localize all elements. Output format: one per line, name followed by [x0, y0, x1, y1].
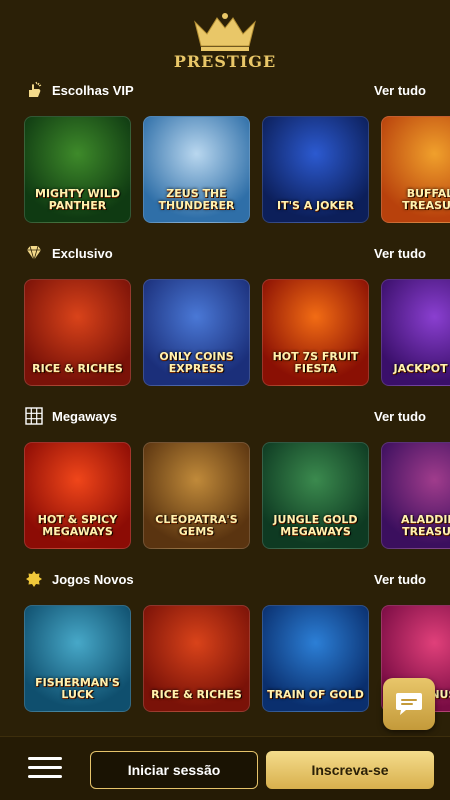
chat-button[interactable] [383, 678, 435, 730]
crown-logo-icon [194, 13, 256, 51]
game-tile[interactable]: Jungle Gold Megaways [262, 442, 369, 549]
grid-icon [24, 406, 44, 426]
game-title: Hot 7s Fruit Fiesta [272, 350, 359, 375]
chat-bubble-icon [396, 693, 422, 715]
game-tile[interactable]: Rice & Riches [24, 279, 131, 386]
game-tile[interactable]: Zeus the Thunderer [143, 116, 250, 223]
game-title: Jungle Gold Megaways [273, 513, 358, 538]
game-tile[interactable]: Hot 7s Fruit Fiesta [262, 279, 369, 386]
game-row-vip: Mighty Wild Panther Zeus the Thunderer I… [24, 116, 450, 224]
section-title: Jogos Novos [52, 571, 134, 587]
game-tile[interactable]: Fisherman's Luck [24, 605, 131, 712]
section-header-new-games: Jogos Novos Ver tudo [0, 567, 450, 591]
game-title: Mighty Wild Panther [35, 187, 120, 212]
section-title: Megaways [52, 408, 118, 424]
see-all-link[interactable]: Ver tudo [374, 572, 426, 587]
see-all-link[interactable]: Ver tudo [374, 409, 426, 424]
game-tile[interactable]: It's a Joker [262, 116, 369, 223]
login-button[interactable]: Iniciar sessão [90, 751, 258, 789]
game-tile[interactable]: Buffalo Treasure [381, 116, 450, 223]
game-title: Jackpot XXL [393, 362, 450, 375]
header: PRESTIGE [0, 0, 450, 78]
sun-icon [24, 569, 44, 589]
section-header-megaways: Megaways Ver tudo [0, 404, 450, 428]
game-tile[interactable]: Train of Gold [262, 605, 369, 712]
game-title: Zeus the Thunderer [158, 187, 235, 212]
game-title: Cleopatra's Gems [155, 513, 238, 538]
brand-logo-text: PRESTIGE [173, 52, 277, 71]
game-tile[interactable]: Cleopatra's Gems [143, 442, 250, 549]
hamburger-menu-icon[interactable] [28, 757, 62, 781]
game-title: Hot & Spicy Megaways [37, 513, 118, 538]
game-tile[interactable]: Rice & Riches [143, 605, 250, 712]
bottom-bar: Iniciar sessão Inscreva-se [0, 736, 450, 800]
section-title: Exclusivo [52, 245, 113, 261]
signup-button[interactable]: Inscreva-se [266, 751, 434, 789]
game-title: Train of Gold [267, 688, 364, 701]
vip-hand-icon [24, 80, 44, 100]
see-all-link[interactable]: Ver tudo [374, 246, 426, 261]
game-tile[interactable]: Hot & Spicy Megaways [24, 442, 131, 549]
game-title: Rice & Riches [32, 362, 123, 375]
game-title: It's a Joker [276, 199, 354, 212]
game-title: Fisherman's Luck [35, 676, 120, 701]
game-tile[interactable]: Jackpot XXL [381, 279, 450, 386]
section-title: Escolhas VIP [52, 82, 134, 98]
game-title: Rice & Riches [151, 688, 242, 701]
game-title: Aladdin's Treasure [401, 513, 450, 538]
game-tile[interactable]: Only Coins Express [143, 279, 250, 386]
section-header-exclusive: Exclusivo Ver tudo [0, 241, 450, 265]
game-row-megaways: Hot & Spicy Megaways Cleopatra's Gems Ju… [24, 442, 450, 550]
game-row-exclusive: Rice & Riches Only Coins Express Hot 7s … [24, 279, 450, 387]
game-title: Buffalo Treasure [402, 187, 450, 212]
section-header-vip: Escolhas VIP Ver tudo [0, 78, 450, 102]
game-tile[interactable]: Aladdin's Treasure [381, 442, 450, 549]
see-all-link[interactable]: Ver tudo [374, 83, 426, 98]
game-tile[interactable]: Mighty Wild Panther [24, 116, 131, 223]
game-title: Only Coins Express [159, 350, 234, 375]
diamond-icon [24, 243, 44, 263]
